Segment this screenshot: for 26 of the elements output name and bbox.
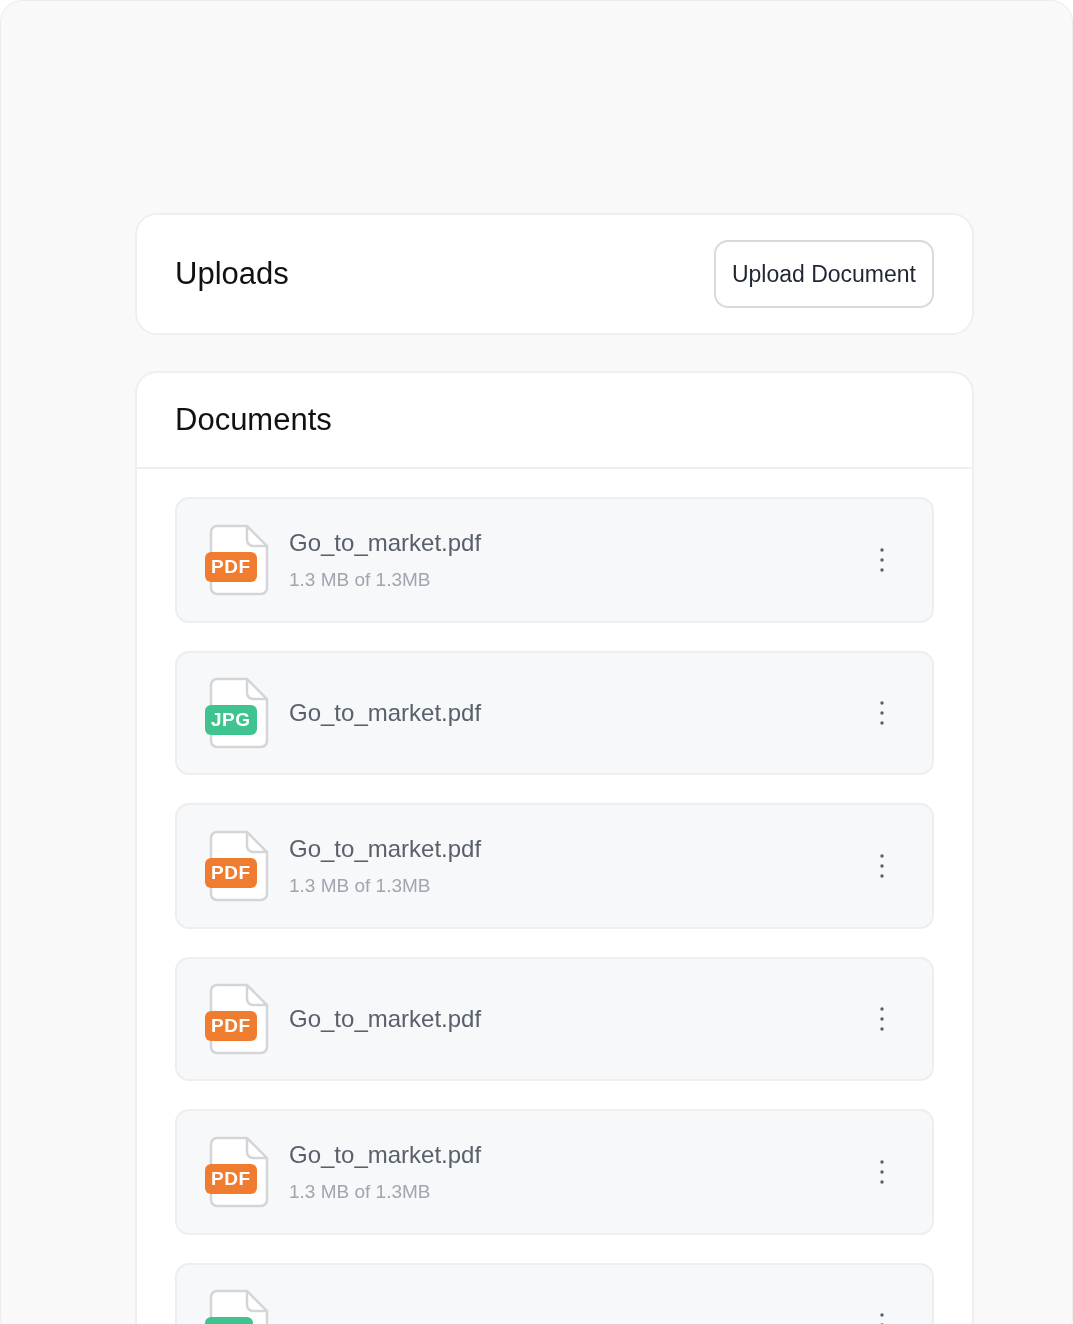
more-options-icon[interactable] xyxy=(880,1007,884,1031)
file-row[interactable]: PDF Go_to_market.pdf 1.3 MB of 1.3MB xyxy=(175,497,934,623)
uploads-title: Uploads xyxy=(175,256,289,292)
upload-progress-text: 1.3 MB of 1.3MB xyxy=(289,569,432,591)
upload-progress-text: 1.3 MB of 1.3MB xyxy=(289,875,432,897)
upload-progress-text: 1.3 MB of 1.3MB xyxy=(289,1181,432,1203)
file-row[interactable]: PDF Go_to_market.pdf xyxy=(175,957,934,1081)
file-name: Go_to_market.pdf xyxy=(289,529,483,557)
file-type-badge: PDF xyxy=(205,1164,257,1194)
more-options-icon[interactable] xyxy=(880,854,884,878)
file-name: Go_to_market.pdf xyxy=(289,835,483,863)
more-options-icon[interactable] xyxy=(880,1160,884,1184)
file-row[interactable]: JPG Go_to_market.pdf xyxy=(175,651,934,775)
more-options-icon[interactable] xyxy=(880,701,884,725)
more-options-icon[interactable] xyxy=(880,548,884,572)
file-type-badge: PDF xyxy=(205,1011,257,1041)
documents-title: Documents xyxy=(175,402,332,438)
file-type-badge: JPG xyxy=(205,705,257,735)
file-name: Go_to_market.pdf xyxy=(289,1141,483,1169)
file-type-badge: PDF xyxy=(205,552,257,582)
upload-document-button[interactable]: Upload Document xyxy=(713,240,934,308)
file-name: Go_to_market.pdf xyxy=(289,699,483,727)
file-row[interactable]: PDF Go_to_market.pdf 1.3 MB of 1.3MB xyxy=(175,1109,934,1235)
file-name: Go_to_market.pdf xyxy=(289,1005,483,1033)
file-row[interactable]: PDF Go_to_market.pdf 1.3 MB of 1.3MB xyxy=(175,803,934,929)
file-type-badge: PDF xyxy=(205,858,257,888)
